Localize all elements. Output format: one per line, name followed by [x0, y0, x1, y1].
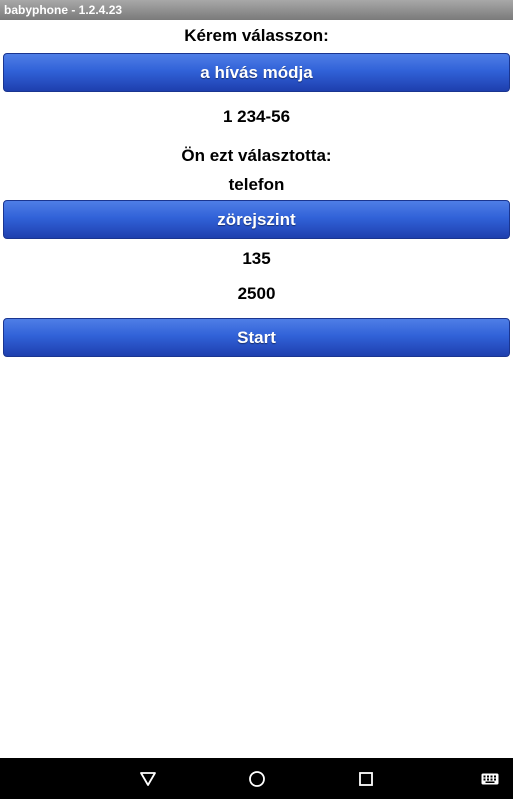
- selected-label: Ön ezt választotta:: [181, 146, 332, 165]
- recents-button[interactable]: [346, 758, 386, 799]
- noise-value-1: 135: [242, 249, 271, 268]
- app-title: babyphone - 1.2.4.23: [4, 3, 123, 17]
- keyboard-icon: [481, 773, 499, 784]
- app-screen: babyphone - 1.2.4.23 Kérem válasszon: a …: [0, 0, 513, 799]
- prompt-label: Kérem válasszon:: [184, 26, 329, 45]
- back-button[interactable]: [128, 758, 168, 799]
- noise-value-2: 2500: [237, 284, 276, 303]
- system-nav-bar: [0, 758, 513, 799]
- start-button[interactable]: Start: [3, 318, 510, 357]
- number-value: 1 234-56: [222, 107, 291, 126]
- call-mode-button[interactable]: a hívás módja: [3, 53, 510, 92]
- app-title-bar: babyphone - 1.2.4.23: [0, 0, 513, 20]
- back-icon: [140, 771, 156, 786]
- recents-icon: [359, 771, 373, 786]
- keyboard-button[interactable]: [474, 758, 506, 799]
- home-button[interactable]: [237, 758, 277, 799]
- home-icon: [249, 770, 265, 787]
- selected-value: telefon: [228, 175, 285, 194]
- noise-level-button[interactable]: zörejszint: [3, 200, 510, 239]
